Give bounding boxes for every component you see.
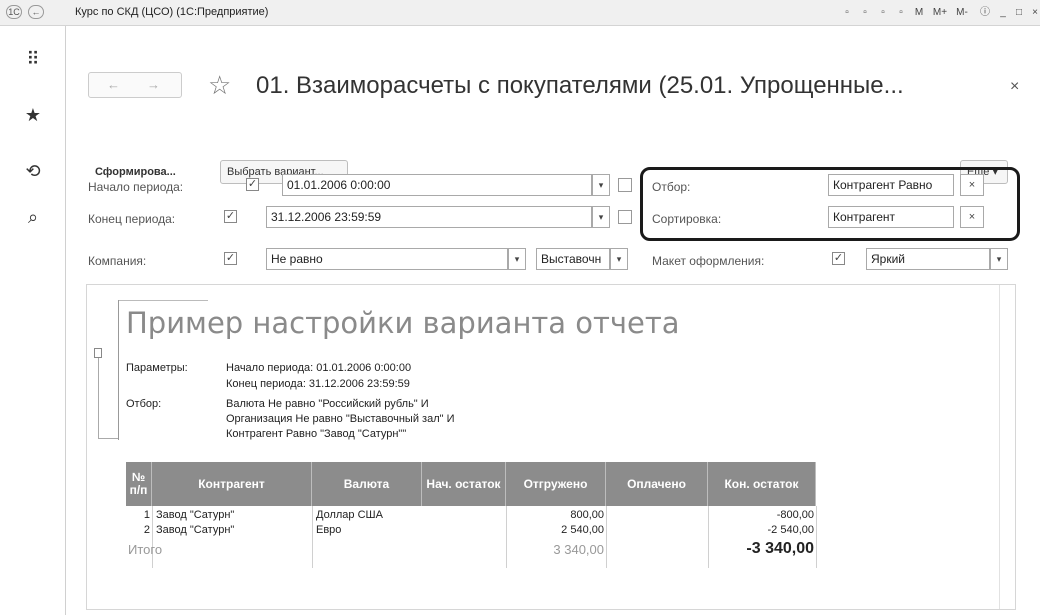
- close-form-icon[interactable]: ×: [1010, 78, 1019, 96]
- column-separator: [606, 506, 607, 568]
- apps-grid-icon[interactable]: ⠿: [22, 48, 44, 70]
- navigation-buttons: ← →: [88, 72, 182, 98]
- table-cell-counterparty: Завод "Сатурн": [156, 509, 235, 521]
- column-header: Валюта: [312, 462, 422, 506]
- param-end-text: Конец периода: 31.12.2006 23:59:59: [226, 378, 410, 390]
- report-scrollbar[interactable]: [999, 285, 1015, 609]
- favorites-star-icon[interactable]: ★: [22, 104, 44, 126]
- back-arrow-icon[interactable]: ←: [107, 77, 120, 92]
- column-separator: [312, 506, 313, 568]
- table-cell-currency: Евро: [316, 524, 342, 536]
- table-cell-end: -800,00: [776, 509, 814, 521]
- company-value-field[interactable]: Выставочн: [536, 248, 610, 270]
- params-label: Параметры:: [126, 362, 188, 374]
- period-end-field[interactable]: 31.12.2006 23:59:59: [266, 206, 592, 228]
- filter-sort-highlight: [640, 167, 1020, 241]
- company-value-dropdown[interactable]: ▾: [610, 248, 628, 270]
- report-filter-line: Контрагент Равно "Завод "Сатурн"": [226, 428, 407, 440]
- info-icon[interactable]: ⓘ: [978, 6, 992, 20]
- maximize-icon[interactable]: □: [1012, 6, 1026, 20]
- param-start-text: Начало периода: 01.01.2006 0:00:00: [226, 362, 412, 374]
- column-header: Оплачено: [606, 462, 708, 506]
- column-header: Кон. остаток: [708, 462, 816, 506]
- layout-checkbox[interactable]: ✓: [832, 252, 845, 265]
- column-header: Нач. остаток: [422, 462, 506, 506]
- toolbar-calendar-icon[interactable]: ▫: [894, 6, 908, 20]
- report-filter-line: Организация Не равно "Выставочный зал" И: [226, 413, 455, 425]
- total-shipped: 3 340,00: [553, 542, 604, 557]
- window-title-bar: 1C ← Курс по СКД (ЦСО) (1С:Предприятие) …: [0, 0, 1040, 26]
- period-end-calendar-icon[interactable]: [618, 210, 632, 224]
- group-bracket-vertical: [98, 358, 99, 438]
- period-start-dropdown[interactable]: ▾: [592, 174, 610, 196]
- toolbar-mplus-label[interactable]: M+: [930, 6, 950, 20]
- layout-label: Макет оформления:: [652, 254, 765, 268]
- left-sidebar: ⠿ ★ ⟲ ⌕: [0, 26, 66, 615]
- table-cell-currency: Доллар США: [316, 509, 383, 521]
- period-end-label: Конец периода:: [88, 212, 176, 226]
- period-start-calendar-icon[interactable]: [618, 178, 632, 192]
- company-label: Компания:: [88, 254, 147, 268]
- period-start-checkbox[interactable]: ✓: [246, 178, 259, 191]
- group-bracket-bottom: [98, 438, 118, 439]
- column-separator: [152, 506, 153, 568]
- report-filter-line: Валюта Не равно "Российский рубль" И: [226, 398, 429, 410]
- total-end: -3 340,00: [746, 540, 814, 557]
- window-title: Курс по СКД (ЦСО) (1С:Предприятие): [75, 6, 269, 18]
- window-nav-icon[interactable]: ←: [28, 5, 44, 19]
- column-separator: [816, 506, 817, 568]
- period-end-dropdown[interactable]: ▾: [592, 206, 610, 228]
- company-condition-field[interactable]: Не равно: [266, 248, 508, 270]
- history-icon[interactable]: ⟲: [22, 160, 44, 182]
- add-to-favorites-icon[interactable]: ☆: [208, 70, 231, 100]
- column-header: Контрагент: [152, 462, 312, 506]
- period-end-checkbox[interactable]: ✓: [224, 210, 237, 223]
- total-label: Итого: [128, 542, 163, 557]
- column-header: Отгружено: [506, 462, 606, 506]
- company-condition-dropdown[interactable]: ▾: [508, 248, 526, 270]
- period-start-label: Начало периода:: [88, 180, 184, 194]
- period-start-field[interactable]: 01.01.2006 0:00:00: [282, 174, 592, 196]
- table-cell-shipped: 2 540,00: [561, 524, 604, 536]
- toolbar-paste-icon[interactable]: ▫: [858, 6, 872, 20]
- table-cell-shipped: 800,00: [570, 509, 604, 521]
- report-table-header: № п/п Контрагент Валюта Нач. остаток Отг…: [126, 462, 816, 506]
- toolbar-copy-icon[interactable]: ▫: [840, 6, 854, 20]
- page-title: 01. Взаиморасчеты с покупателями (25.01.…: [256, 72, 904, 99]
- group-bracket-line: [118, 300, 119, 440]
- search-icon[interactable]: ⌕: [22, 206, 44, 228]
- group-bracket-top: [118, 300, 208, 301]
- report-title: Пример настройки варианта отчета: [126, 306, 680, 340]
- group-collapse-toggle[interactable]: [94, 348, 102, 358]
- toolbar-calc-icon[interactable]: ▫: [876, 6, 890, 20]
- table-cell-end: -2 540,00: [767, 524, 814, 536]
- minimize-icon[interactable]: _: [996, 6, 1010, 20]
- table-cell-num: 2: [143, 524, 150, 536]
- company-checkbox[interactable]: ✓: [224, 252, 237, 265]
- table-cell-counterparty: Завод "Сатурн": [156, 524, 235, 536]
- column-header: № п/п: [126, 462, 152, 506]
- app-menu-icon[interactable]: 1C: [6, 5, 22, 19]
- table-cell-num: 1: [143, 509, 150, 521]
- toolbar-mminus-label[interactable]: M-: [952, 6, 972, 20]
- forward-arrow-icon[interactable]: →: [147, 77, 160, 92]
- layout-dropdown[interactable]: ▾: [990, 248, 1008, 270]
- toolbar-m-label[interactable]: M: [912, 6, 926, 20]
- layout-field[interactable]: Яркий: [866, 248, 990, 270]
- report-filter-label: Отбор:: [126, 398, 162, 410]
- window-close-icon[interactable]: ×: [1028, 6, 1040, 20]
